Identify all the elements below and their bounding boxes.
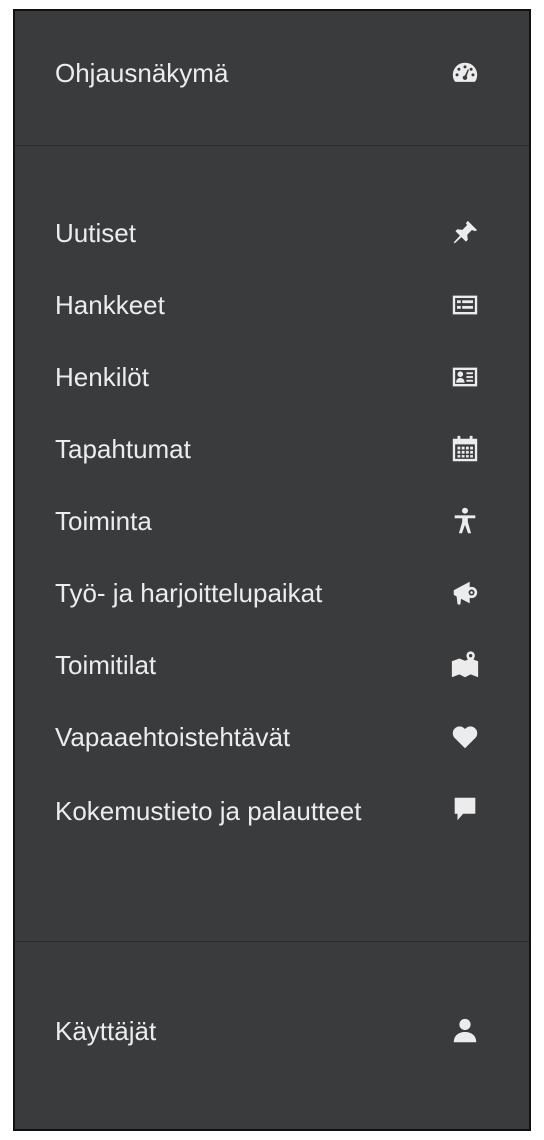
comment-icon <box>449 793 481 825</box>
menu-item-label: Toiminta <box>55 506 152 536</box>
menu-item-events[interactable]: Tapahtumat <box>15 431 529 483</box>
menu-item-label: Hankkeet <box>55 290 165 320</box>
menu-item-label: Toimitilat <box>55 650 157 680</box>
menu-item-volunteering[interactable]: Vapaaehtoistehtävät <box>15 719 529 771</box>
list-card-icon <box>449 289 481 321</box>
sidebar-menu: Ohjausnäkymä Uutiset Hankkeet Henkilöt T… <box>13 9 531 1131</box>
menu-item-projects[interactable]: Hankkeet <box>15 287 529 339</box>
menu-item-premises[interactable]: Toimitilat <box>15 647 529 699</box>
menu-item-activities[interactable]: Toiminta <box>15 503 529 555</box>
menu-item-dashboard[interactable]: Ohjausnäkymä <box>15 55 529 107</box>
menu-item-feedback[interactable]: Kokemustieto ja palautteet <box>15 791 529 881</box>
menu-divider <box>15 145 529 146</box>
menu-item-label: Ohjausnäkymä <box>55 58 229 88</box>
menu-item-people[interactable]: Henkilöt <box>15 359 529 411</box>
megaphone-icon <box>449 577 481 609</box>
accessibility-icon <box>449 505 481 537</box>
menu-divider <box>15 941 529 942</box>
id-card-icon <box>449 361 481 393</box>
menu-item-label: Henkilöt <box>55 362 149 392</box>
menu-item-label: Kokemustieto ja palautteet <box>55 796 362 826</box>
dashboard-icon <box>449 57 481 89</box>
menu-item-label: Käyttäjät <box>55 1016 157 1046</box>
map-pin-icon <box>449 649 481 681</box>
menu-item-news[interactable]: Uutiset <box>15 215 529 267</box>
menu-item-label: Tapahtumat <box>55 434 191 464</box>
menu-item-label: Uutiset <box>55 218 136 248</box>
pin-icon <box>449 217 481 249</box>
user-icon <box>449 1015 481 1047</box>
heart-icon <box>449 721 481 753</box>
menu-item-label: Työ- ja harjoittelupaikat <box>55 578 323 608</box>
calendar-icon <box>449 433 481 465</box>
menu-item-users[interactable]: Käyttäjät <box>15 1013 529 1065</box>
menu-item-label: Vapaaehtoistehtävät <box>55 722 291 752</box>
menu-item-jobs[interactable]: Työ- ja harjoittelupaikat <box>15 575 529 627</box>
